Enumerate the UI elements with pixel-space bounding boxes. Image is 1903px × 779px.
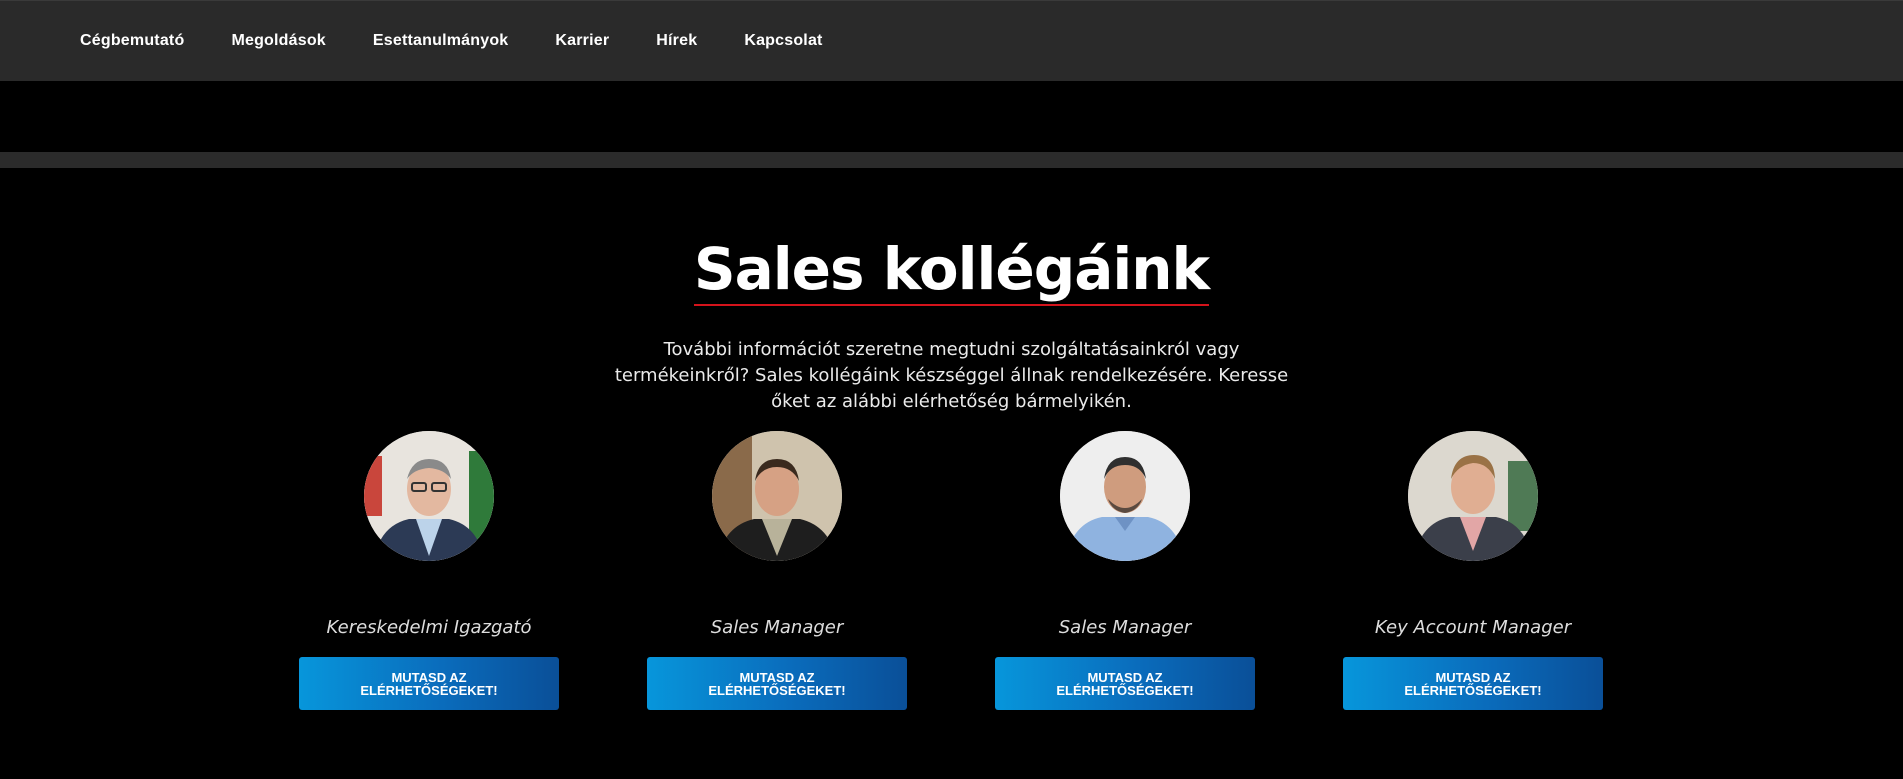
show-contacts-button[interactable]: MUTASD AZ ELÉRHETŐSÉGEKET! <box>299 657 559 710</box>
team-member-card: Kereskedelmi Igazgató MUTASD AZ ELÉRHETŐ… <box>299 431 559 710</box>
section-title: Sales kollégáink <box>693 237 1210 306</box>
section-divider <box>0 152 1903 168</box>
team-member-role: Sales Manager <box>710 617 844 638</box>
show-contacts-button[interactable]: MUTASD AZ ELÉRHETŐSÉGEKET! <box>647 657 907 710</box>
nav-item-esettanulmanyok[interactable]: Esettanulmányok <box>373 32 508 50</box>
team-member-role: Key Account Manager <box>1374 617 1572 638</box>
team-member-card: Sales Manager MUTASD AZ ELÉRHETŐSÉGEKET! <box>647 431 907 710</box>
nav-item-kapcsolat[interactable]: Kapcsolat <box>744 32 822 50</box>
section-header: Sales kollégáink <box>0 237 1903 306</box>
nav-item-cegbemutato[interactable]: Cégbemutató <box>80 32 184 50</box>
show-contacts-button[interactable]: MUTASD AZ ELÉRHETŐSÉGEKET! <box>1343 657 1603 710</box>
nav-item-megoldasok[interactable]: Megoldások <box>231 32 325 50</box>
show-contacts-button[interactable]: MUTASD AZ ELÉRHETŐSÉGEKET! <box>995 657 1255 710</box>
team-member-card: Key Account Manager MUTASD AZ ELÉRHETŐSÉ… <box>1343 431 1603 710</box>
team-member-role: Kereskedelmi Igazgató <box>326 617 532 638</box>
team-member-photo <box>1060 431 1190 561</box>
section-intro: További információt szeretne megtudni sz… <box>614 339 1289 412</box>
nav-item-hirek[interactable]: Hírek <box>656 32 697 50</box>
team-member-card: Sales Manager MUTASD AZ ELÉRHETŐSÉGEKET! <box>995 431 1255 710</box>
nav-item-karrier[interactable]: Karrier <box>555 32 609 50</box>
team-member-photo <box>712 431 842 561</box>
team-member-photo <box>1408 431 1538 561</box>
team-member-role: Sales Manager <box>1058 617 1192 638</box>
main-navigation: Cégbemutató Megoldások Esettanulmányok K… <box>0 0 1903 81</box>
team-member-photo <box>364 431 494 561</box>
